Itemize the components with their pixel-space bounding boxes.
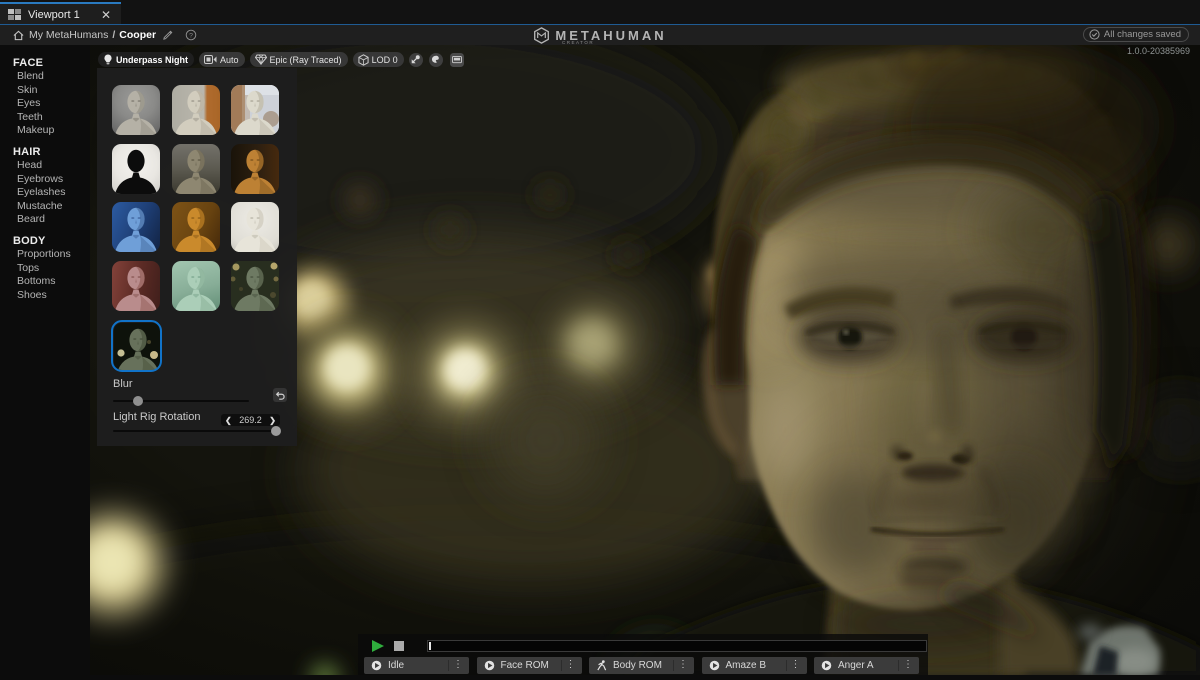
svg-text:?: ?: [189, 32, 193, 39]
